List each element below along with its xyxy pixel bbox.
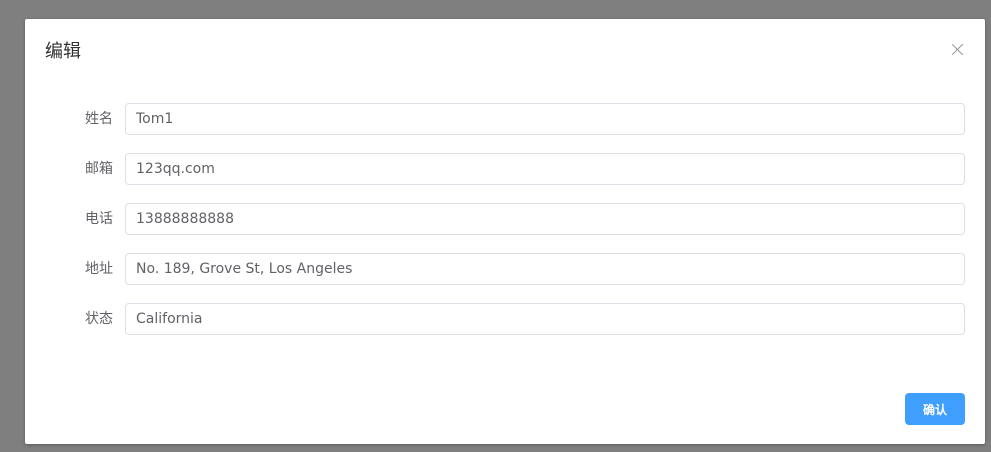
phone-label: 电话 bbox=[85, 211, 113, 227]
name-input[interactable] bbox=[125, 103, 965, 135]
form-row-name: 姓名 bbox=[25, 103, 985, 135]
edit-dialog: 编辑 姓名 邮箱 电话 地址 状态 确认 bbox=[25, 19, 985, 444]
email-label: 邮箱 bbox=[85, 161, 113, 177]
phone-input[interactable] bbox=[125, 203, 965, 235]
form-row-email: 邮箱 bbox=[25, 153, 985, 185]
form-row-address: 地址 bbox=[25, 253, 985, 285]
name-label: 姓名 bbox=[85, 111, 113, 127]
email-input[interactable] bbox=[125, 153, 965, 185]
close-icon[interactable] bbox=[951, 43, 965, 57]
form-row-phone: 电话 bbox=[25, 203, 985, 235]
dialog-title: 编辑 bbox=[45, 41, 81, 62]
form-row-state: 状态 bbox=[25, 303, 985, 335]
address-label: 地址 bbox=[85, 261, 113, 277]
state-label: 状态 bbox=[85, 311, 113, 327]
state-input[interactable] bbox=[125, 303, 965, 335]
address-input[interactable] bbox=[125, 253, 965, 285]
confirm-button[interactable]: 确认 bbox=[905, 393, 965, 425]
